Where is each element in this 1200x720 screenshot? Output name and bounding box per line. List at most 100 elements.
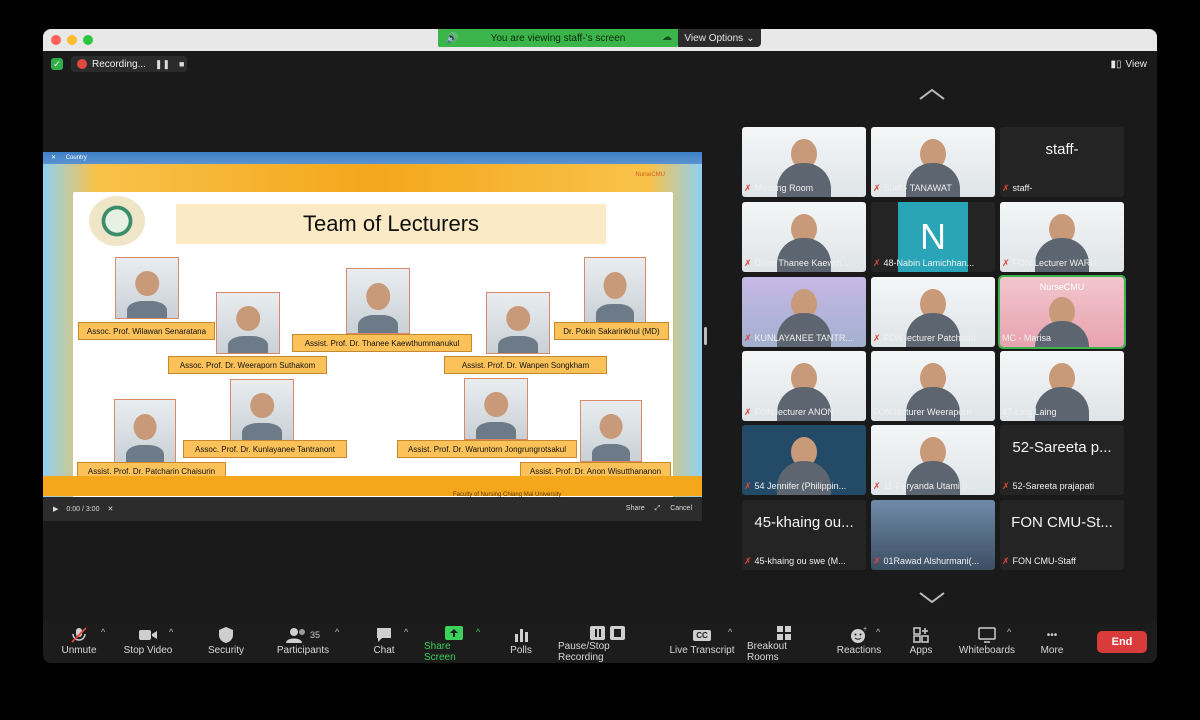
muted-mic-icon: ✗ <box>873 555 881 566</box>
participant-name: 11-Feryanda Utami (I... <box>883 481 976 491</box>
participant-name: FON lecturer Weeraporn <box>873 407 972 417</box>
reactions-button[interactable]: + Reactions <box>837 625 881 661</box>
video-tile[interactable]: 52-Sareeta p... ✗ 52-Sareeta prajapati <box>1000 425 1124 495</box>
encryption-shield-icon[interactable]: ✓ <box>51 58 63 70</box>
video-tile[interactable]: ✗ 54 Jennifer (Philippin... <box>742 425 866 495</box>
active-speaker-tile[interactable]: NurseCMU MC - Marisa <box>998 275 1126 349</box>
stop-video-button[interactable]: Stop Video <box>123 625 173 661</box>
lecturer-photo <box>346 268 410 334</box>
video-tile[interactable]: N ✗ 48-Nabin Lamichhan... <box>871 202 995 272</box>
participant-name-label: ✗ 54 Jennifer (Philippin... <box>744 479 864 493</box>
virtual-background-text: NurseCMU <box>1039 282 1085 292</box>
video-tile[interactable]: ✗ 11-Feryanda Utami (I... <box>871 425 995 495</box>
player-cancel-button[interactable]: Cancel <box>670 505 692 513</box>
video-tile[interactable]: ✗ Dean Thanee Kaewth... <box>742 202 866 272</box>
participant-display-name: 45-khaing ou... <box>754 514 854 531</box>
participant-name-label: MC - Marisa <box>1002 331 1122 345</box>
recording-cloud-icon <box>77 59 87 69</box>
whiteboards-options-caret[interactable]: ^ <box>1007 627 1011 637</box>
unmute-label: Unmute <box>61 645 97 656</box>
transcript-options-caret[interactable]: ^ <box>728 627 732 637</box>
pause-stop-recording-button[interactable]: Pause/Stop Recording <box>558 625 658 663</box>
breakout-rooms-button[interactable]: Breakout Rooms <box>747 625 821 663</box>
maximize-window-button[interactable] <box>83 35 93 45</box>
muted-mic-icon: ✗ <box>744 182 752 193</box>
more-label: More <box>1040 645 1064 656</box>
video-tile[interactable]: ✗ 01Rawad Alshurmani(... <box>871 500 995 570</box>
video-options-caret[interactable]: ^ <box>169 627 173 637</box>
polls-button[interactable]: Polls <box>509 625 533 661</box>
security-button[interactable]: Security <box>206 625 246 661</box>
lecturer-photo <box>584 257 646 323</box>
lecturer-photo <box>230 379 294 441</box>
recording-label: Recording... <box>92 58 146 70</box>
participants-button[interactable]: 35 Participants <box>275 625 331 661</box>
audio-options-caret[interactable]: ^ <box>101 627 105 637</box>
minimize-window-button[interactable] <box>67 35 77 45</box>
video-tile[interactable]: 45-khaing ou... ✗ 45-khaing ou swe (M... <box>742 500 866 570</box>
muted-mic-icon: ✗ <box>744 480 752 491</box>
end-meeting-button[interactable]: End <box>1097 631 1147 653</box>
slide-background: NurseCMU Team of Lecturers Assoc. Prof. … <box>43 164 702 521</box>
screen-share-banner: 🔊 You are viewing staff-'s screen ☁ <box>438 29 678 47</box>
participant-name: staff- <box>1012 183 1033 193</box>
muted-mic-icon: ✗ <box>744 257 752 268</box>
participant-name: 47-Ling Laing <box>1002 407 1057 417</box>
video-tile[interactable]: ✗ Meeting Room <box>742 127 866 197</box>
chat-options-caret[interactable]: ^ <box>404 627 408 637</box>
play-icon[interactable]: ▶ <box>53 505 58 513</box>
title-bar: 🔊 You are viewing staff-'s screen ☁ View… <box>43 29 1157 51</box>
participant-name: KUNLAYANEE TANTR... <box>754 333 853 343</box>
participant-name-label: 47-Ling Laing <box>1002 405 1122 419</box>
grid-squares-icon <box>776 625 792 641</box>
participant-name: 54 Jennifer (Philippin... <box>754 481 847 491</box>
video-tile[interactable]: FON lecturer Weeraporn <box>871 351 995 421</box>
participant-name-label: ✗ FON lecturer Patcharin <box>873 331 993 345</box>
video-player-controls: ▶ 0:00 / 3:00 ✕ Share ⤢ Cancel <box>43 497 702 521</box>
close-window-button[interactable] <box>51 35 61 45</box>
unmute-button[interactable]: Unmute <box>61 625 97 661</box>
video-tile[interactable]: staff- ✗ staff- <box>1000 127 1124 197</box>
stop-video-label: Stop Video <box>123 645 173 656</box>
share-screen-button[interactable]: Share Screen <box>424 625 484 663</box>
slide-title: Team of Lecturers <box>176 204 606 244</box>
chevron-down-icon[interactable] <box>918 591 946 605</box>
participant-name-label: ✗ FON Lecturer WARU... <box>1002 256 1122 270</box>
player-share-button[interactable]: Share <box>626 505 645 513</box>
apps-icon <box>913 625 929 645</box>
pause-recording-icon[interactable]: ❚❚ <box>155 59 170 70</box>
video-tile[interactable]: ✗ FON lecturer ANON <box>742 351 866 421</box>
view-options-button[interactable]: View Options ⌄ <box>678 29 761 47</box>
more-button[interactable]: ••• More <box>1039 625 1065 661</box>
view-button[interactable]: ▮▯ View <box>1110 57 1147 71</box>
participant-name: FON Lecturer WARU... <box>1012 258 1105 268</box>
reactions-options-caret[interactable]: ^ <box>876 627 880 637</box>
video-tile[interactable]: ✗ Staff - TANAWAT <box>871 127 995 197</box>
participant-name-label: FON lecturer Weeraporn <box>873 405 993 419</box>
mute-icon[interactable]: ✕ <box>107 505 113 513</box>
screen-share-banner-text: You are viewing staff-'s screen <box>490 32 626 44</box>
chat-button[interactable]: Chat <box>372 625 396 661</box>
share-screen-label: Share Screen <box>424 641 456 663</box>
video-tile[interactable]: ✗ FON lecturer Patcharin <box>871 277 995 347</box>
participants-options-caret[interactable]: ^ <box>335 627 339 637</box>
split-resize-handle[interactable] <box>704 327 707 345</box>
slide-footer-strip <box>43 476 702 496</box>
fullscreen-icon[interactable]: ⤢ <box>655 505 661 513</box>
video-tile[interactable]: 47-Ling Laing <box>1000 351 1124 421</box>
video-tile[interactable]: ✗ KUNLAYANEE TANTR... <box>742 277 866 347</box>
view-layout-icon: ▮▯ <box>1110 58 1122 70</box>
share-options-caret[interactable]: ^ <box>476 627 480 637</box>
shared-screen[interactable]: ✕ Country NurseCMU Team of Lecturers Ass… <box>43 152 702 521</box>
whiteboards-label: Whiteboards <box>958 645 1016 656</box>
chevron-up-icon[interactable] <box>918 87 946 101</box>
lecturer-photo <box>114 399 176 463</box>
video-tile[interactable]: ✗ FON Lecturer WARU... <box>1000 202 1124 272</box>
shield-icon <box>218 625 234 645</box>
stop-recording-icon[interactable]: ■ <box>179 59 184 69</box>
muted-mic-icon: ✗ <box>873 257 881 268</box>
live-transcript-button[interactable]: CC Live Transcript <box>669 625 735 661</box>
apps-button[interactable]: Apps <box>907 625 935 661</box>
video-tile[interactable]: FON CMU-St... ✗ FON CMU-Staff <box>1000 500 1124 570</box>
recording-indicator: Recording... ❚❚ ■ <box>71 56 187 72</box>
